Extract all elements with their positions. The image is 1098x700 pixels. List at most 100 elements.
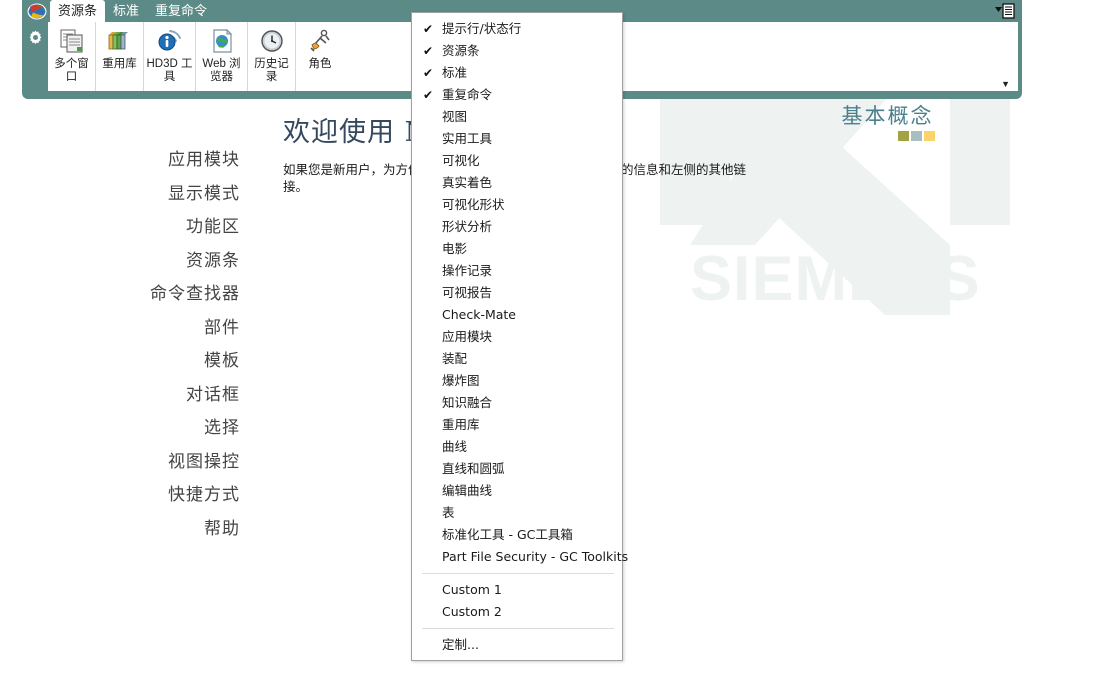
basic-concepts-panel-header: 基本概念 [780, 104, 995, 141]
ribbon-button-web-browser[interactable]: Web 浏览器 [196, 22, 248, 91]
leftnav-item[interactable]: 显示模式 [70, 178, 240, 212]
swatch-blue-gray [911, 131, 922, 141]
leftnav-item[interactable]: 对话框 [70, 379, 240, 413]
ribbon-button-history[interactable]: 历史记录 [248, 22, 296, 91]
menu-item-label: 标准 [442, 65, 468, 80]
leftnav-item[interactable]: 帮助 [70, 513, 240, 547]
menu-item[interactable]: 视图 [412, 106, 622, 128]
menu-item[interactable]: 电影 [412, 238, 622, 260]
menu-item-label: 标准化工具 - GC工具箱 [442, 527, 573, 542]
menu-item[interactable]: ✔ 提示行/状态行 [412, 18, 622, 40]
check-icon: ✔ [422, 22, 434, 36]
menu-item[interactable]: 可视化形状 [412, 194, 622, 216]
roles-icon [306, 26, 334, 56]
leftnav-item[interactable]: 功能区 [70, 211, 240, 245]
leftnav-item[interactable]: 快捷方式 [70, 479, 240, 513]
menu-item-label: 直线和圆弧 [442, 461, 505, 476]
menu-item[interactable]: 可视报告 [412, 282, 622, 304]
menu-item[interactable]: 可视化 [412, 150, 622, 172]
menu-item-label: 可视报告 [442, 285, 493, 300]
menu-item-label: 操作记录 [442, 263, 493, 278]
ribbon-overflow-icon[interactable]: ▼ [1001, 80, 1010, 89]
menu-item[interactable]: 重用库 [412, 414, 622, 436]
left-navigation-list: 应用模块 显示模式 功能区 资源条 命令查找器 部件 模板 对话框 选择 视图操… [70, 144, 240, 546]
ribbon-button-reuse-library[interactable]: 重用库 [96, 22, 144, 91]
menu-item-label: Part File Security - GC Toolkits [442, 549, 629, 564]
menu-item[interactable]: 定制... [412, 634, 622, 656]
menu-item-label: 可视化形状 [442, 197, 505, 212]
panel-swatch-row [780, 131, 995, 141]
menu-item-label: 表 [442, 505, 455, 520]
toolbar-visibility-menu: ✔ 提示行/状态行 ✔ 资源条 ✔ 标准 ✔ 重复命令 视图 实用工具 可视化 真实着色 可视化形状 形状… [411, 12, 628, 661]
tab-标准[interactable]: 标准 [105, 0, 147, 22]
menu-item-label: 提示行/状态行 [442, 21, 522, 36]
leftnav-item[interactable]: 部件 [70, 312, 240, 346]
application-window: SIEMENS 应用模块 显示模式 功能区 资源条 命令查找器 部件 模板 对话… [0, 0, 1098, 700]
menu-item-label: 真实着色 [442, 175, 493, 190]
menu-item[interactable]: 编辑曲线 [412, 480, 622, 502]
ribbon-button-label: Web 浏览器 [202, 58, 241, 83]
menu-item-label: 视图 [442, 109, 468, 124]
tab-资源条[interactable]: 资源条 [50, 0, 106, 22]
multiple-windows-icon [58, 26, 86, 56]
check-icon: ✔ [422, 66, 434, 80]
ribbon-button-label: 多个窗口 [54, 58, 89, 83]
menu-item[interactable]: ✔ 标准 [412, 62, 622, 84]
leftnav-item[interactable]: 视图操控 [70, 446, 240, 480]
menu-item[interactable]: Check-Mate [412, 304, 622, 326]
menu-item-label: 重复命令 [442, 87, 493, 102]
menu-item[interactable]: ✔ 重复命令 [412, 84, 622, 106]
check-icon: ✔ [422, 44, 434, 58]
nx-logo-icon[interactable] [24, 1, 50, 21]
gear-icon[interactable] [28, 30, 43, 91]
minimize-ribbon-icon[interactable] [994, 2, 1016, 20]
menu-item[interactable]: 直线和圆弧 [412, 458, 622, 480]
menu-item-label: 曲线 [442, 439, 468, 454]
ribbon-button-label: 重用库 [102, 58, 137, 70]
menu-item[interactable]: 表 [412, 502, 622, 524]
swatch-olive [898, 131, 909, 141]
menu-item[interactable]: Custom 1 [412, 579, 622, 601]
svg-text:SIEMENS: SIEMENS [690, 244, 981, 314]
menu-item[interactable]: 装配 [412, 348, 622, 370]
history-clock-icon [258, 26, 286, 56]
ribbon-button-label: 角色 [308, 58, 332, 70]
menu-item-label: 资源条 [442, 43, 480, 58]
menu-item-label: Custom 1 [442, 582, 502, 597]
menu-item[interactable]: 形状分析 [412, 216, 622, 238]
menu-item-label: 知识融合 [442, 395, 493, 410]
menu-item[interactable]: Part File Security - GC Toolkits [412, 546, 628, 568]
menu-item-label: 应用模块 [442, 329, 493, 344]
leftnav-item[interactable]: 应用模块 [70, 144, 240, 178]
ribbon-button-multiple-windows[interactable]: 多个窗口 [48, 22, 96, 91]
menu-item[interactable]: 真实着色 [412, 172, 622, 194]
menu-item[interactable]: 爆炸图 [412, 370, 622, 392]
ribbon-options-rail [22, 22, 48, 91]
menu-item[interactable]: 曲线 [412, 436, 622, 458]
ribbon-button-label: HD3D 工具 [146, 58, 193, 83]
leftnav-item[interactable]: 命令查找器 [70, 278, 240, 312]
menu-item-label: 编辑曲线 [442, 483, 493, 498]
menu-separator [422, 628, 614, 629]
menu-item[interactable]: 标准化工具 - GC工具箱 [412, 524, 622, 546]
menu-item[interactable]: 实用工具 [412, 128, 622, 150]
menu-item-label: 重用库 [442, 417, 480, 432]
menu-item-label: 形状分析 [442, 219, 493, 234]
menu-item-label: 可视化 [442, 153, 480, 168]
menu-item-label: 定制... [442, 637, 479, 652]
leftnav-item[interactable]: 资源条 [70, 245, 240, 279]
tab-重复命令[interactable]: 重复命令 [147, 0, 215, 22]
menu-item[interactable]: 知识融合 [412, 392, 622, 414]
menu-item[interactable]: 应用模块 [412, 326, 622, 348]
menu-item-label: Check-Mate [442, 307, 516, 322]
leftnav-item[interactable]: 选择 [70, 412, 240, 446]
hd3d-tools-icon [156, 26, 184, 56]
swatch-gold [924, 131, 935, 141]
menu-item[interactable]: Custom 2 [412, 601, 622, 623]
menu-item[interactable]: ✔ 资源条 [412, 40, 622, 62]
leftnav-item[interactable]: 模板 [70, 345, 240, 379]
menu-item-label: 实用工具 [442, 131, 493, 146]
ribbon-button-roles[interactable]: 角色 [296, 22, 344, 91]
ribbon-button-hd3d-tools[interactable]: HD3D 工具 [144, 22, 196, 91]
menu-item[interactable]: 操作记录 [412, 260, 622, 282]
